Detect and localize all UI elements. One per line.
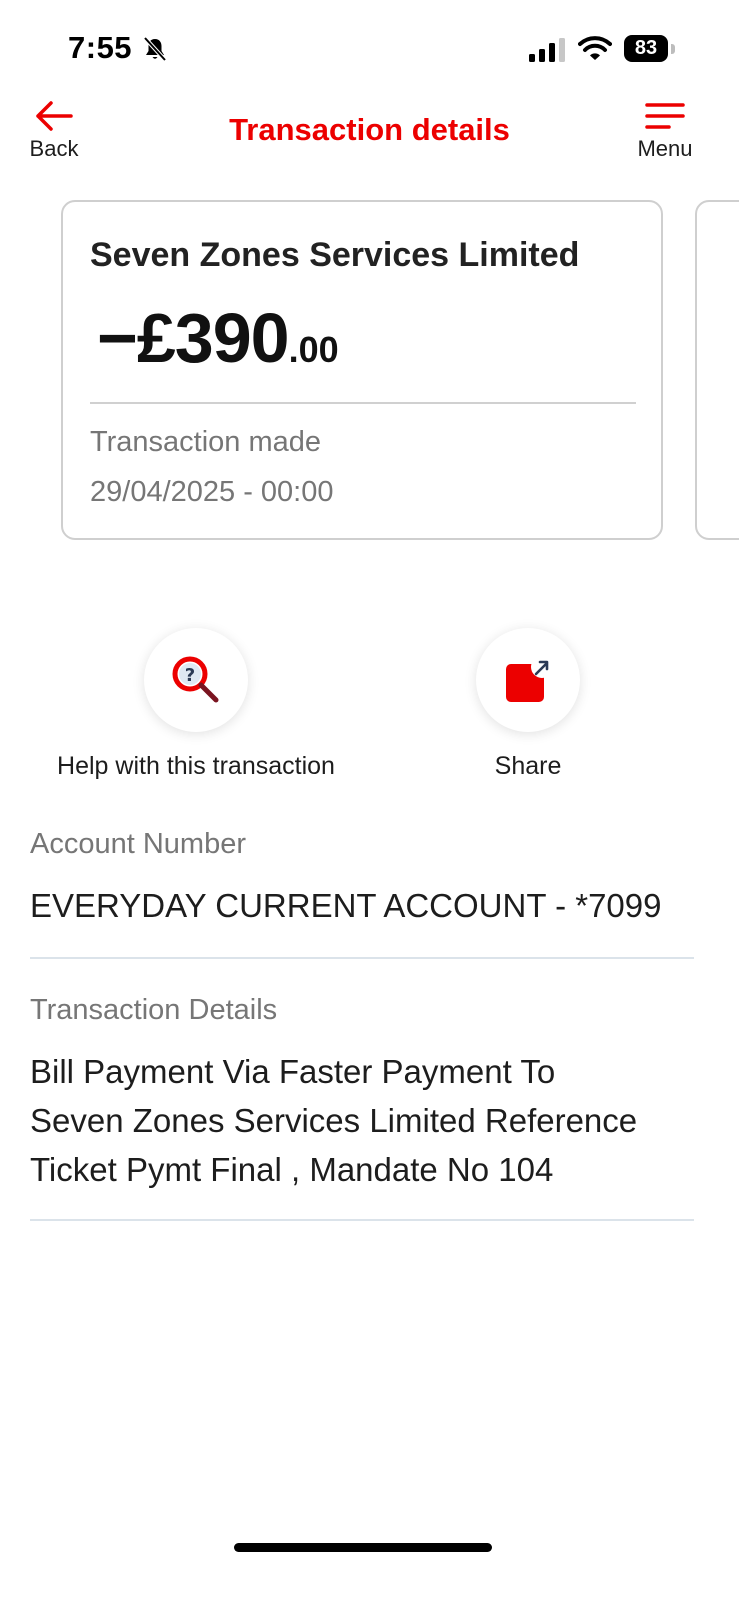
help-with-transaction-button[interactable]: ? Help with this transaction — [20, 628, 372, 781]
battery-level: 83 — [624, 35, 668, 62]
next-card-peek[interactable] — [695, 200, 739, 540]
account-number-label: Account Number — [30, 828, 246, 860]
share-icon-circle — [476, 628, 580, 732]
share-icon — [506, 656, 553, 702]
transaction-details-label: Transaction Details — [30, 994, 278, 1026]
status-time: 7:55 — [68, 30, 133, 65]
share-label: Share — [494, 752, 562, 780]
transaction-made-value: 29/04/2025 - 00:00 — [90, 476, 334, 508]
share-button[interactable]: Share — [452, 628, 604, 781]
menu-label: Menu — [637, 136, 693, 161]
menu-icon — [645, 103, 685, 129]
bell-slash-icon — [143, 36, 167, 62]
divider — [30, 1219, 694, 1221]
svg-text:?: ? — [185, 665, 195, 686]
back-button[interactable]: Back — [24, 96, 84, 168]
signal-icon — [529, 38, 565, 62]
battery-tip — [671, 44, 675, 54]
transaction-details-line-2: Seven Zones Services Limited Reference — [30, 1102, 638, 1139]
home-indicator[interactable] — [234, 1543, 492, 1552]
transaction-amount: −£390.00 — [97, 298, 339, 378]
battery-icon: 83 — [624, 35, 676, 62]
back-label: Back — [29, 136, 79, 161]
help-label: Help with this transaction — [57, 752, 335, 780]
amount-decimal: .00 — [288, 329, 339, 370]
account-number-value: EVERYDAY CURRENT ACCOUNT - *7099 — [30, 887, 662, 924]
transaction-details-line-1: Bill Payment Via Faster Payment To — [30, 1053, 556, 1090]
transaction-details-line-3: Ticket Pymt Final , Mandate No 104 — [30, 1151, 554, 1188]
wifi-icon — [578, 36, 612, 60]
menu-button[interactable]: Menu — [630, 96, 700, 168]
transaction-card[interactable]: Seven Zones Services Limited −£390.00 Tr… — [61, 200, 663, 540]
help-search-icon: ? — [172, 656, 219, 703]
merchant-name: Seven Zones Services Limited — [90, 236, 580, 274]
status-bar: 7:55 83 — [0, 0, 739, 90]
back-arrow-icon — [36, 101, 73, 131]
amount-main: −£390 — [97, 299, 290, 377]
page-title: Transaction details — [229, 112, 510, 147]
help-icon-circle: ? — [144, 628, 248, 732]
card-divider — [90, 402, 636, 404]
divider — [30, 957, 694, 959]
transaction-made-label: Transaction made — [90, 426, 322, 458]
header: Back Transaction details Menu — [0, 90, 739, 180]
